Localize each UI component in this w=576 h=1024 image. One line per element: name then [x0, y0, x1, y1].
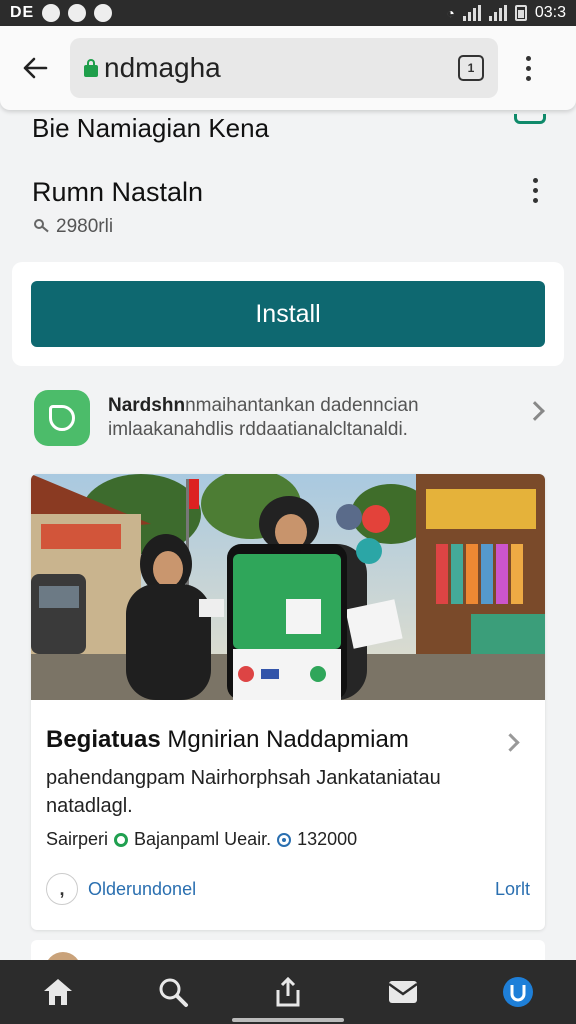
- profile-icon: [503, 977, 534, 1007]
- article-card[interactable]: Begiatuas Mgnirian Naddapmiam pahendangp…: [31, 474, 545, 930]
- article-description: pahendangpam Nairhorphsah Jankataniatau …: [46, 767, 441, 817]
- nav-search[interactable]: [143, 967, 203, 1017]
- notification-icon: [68, 4, 87, 22]
- promo-text: Nardshnnmaihantankan dadenncian imlaakan…: [108, 394, 508, 442]
- nav-share[interactable]: [258, 967, 318, 1017]
- status-bar: DE ◔ 03:3: [0, 0, 576, 26]
- nav-mail[interactable]: [373, 967, 433, 1017]
- install-card: Install: [12, 262, 564, 366]
- back-button[interactable]: [12, 45, 58, 91]
- browser-menu-button[interactable]: [516, 55, 540, 81]
- promo-bold: Nardshn: [108, 395, 186, 416]
- app-icon: [34, 390, 90, 446]
- notification-icon: [42, 4, 61, 22]
- lock-icon: [84, 59, 98, 77]
- notification-icon: [94, 4, 113, 22]
- bottom-navigation: [0, 960, 576, 1024]
- article-footer: , Olderundonel Lorlt: [46, 871, 530, 907]
- article-title-rest: Mgnirian Naddapmiam: [160, 726, 409, 753]
- share-icon: [276, 976, 300, 1007]
- url-text: ndmagha: [104, 52, 221, 83]
- back-arrow-icon: [23, 57, 48, 79]
- verified-icon: [114, 832, 129, 847]
- browser-toolbar: ndmagha 1: [0, 26, 576, 110]
- search-person-icon: [32, 218, 50, 236]
- meta-author: Sairperi: [46, 829, 109, 849]
- comment-link[interactable]: Olderundonel: [88, 879, 196, 900]
- promo-line1: nmaihantankan dadenncian: [185, 395, 419, 416]
- search-icon: [159, 978, 188, 1007]
- tabs-button[interactable]: 1: [458, 55, 484, 81]
- battery-icon: [514, 5, 527, 21]
- article-action-link[interactable]: Lorlt: [495, 879, 530, 900]
- downloads-text: 2980rli: [56, 216, 114, 237]
- promo-line2: imlaakanahdlis rddaatianalcltanaldi.: [108, 419, 408, 440]
- developer-name[interactable]: Rumn Nastaln: [32, 177, 203, 208]
- nav-home[interactable]: [28, 967, 88, 1017]
- promo-row[interactable]: Nardshnnmaihantankan dadenncian imlaakan…: [12, 378, 564, 458]
- article-title: Begiatuas Mgnirian Naddapmiam: [46, 726, 486, 754]
- downloads-count: 2980rli: [32, 216, 113, 238]
- nav-profile[interactable]: [488, 967, 548, 1017]
- tabs-count: 1: [467, 61, 475, 75]
- mail-icon: [388, 981, 418, 1003]
- signal-icon: [488, 5, 507, 21]
- article-title-bold: Begiatuas: [46, 726, 161, 753]
- hero-image: [31, 474, 545, 700]
- url-bar[interactable]: ndmagha 1: [70, 38, 498, 98]
- chevron-right-icon: [501, 733, 520, 752]
- chevron-right-icon: [525, 401, 545, 421]
- gesture-handle[interactable]: [232, 1018, 344, 1022]
- more-options-button[interactable]: [522, 178, 548, 203]
- meta-source: Bajanpaml Ueair.: [134, 829, 272, 849]
- status-time: 03:3: [534, 4, 566, 21]
- meta-count: 132000: [297, 829, 358, 849]
- article-meta: Sairperi Bajanpaml Ueair. 132000: [46, 829, 357, 850]
- comment-icon[interactable]: ,: [46, 873, 78, 905]
- app-title: Bie Namiagian Kena: [32, 113, 270, 143]
- home-icon: [43, 979, 72, 1005]
- install-button[interactable]: Install: [31, 281, 545, 347]
- status-left-text: DE: [10, 4, 35, 21]
- bookmark-icon[interactable]: [514, 114, 546, 124]
- signal-icon: [462, 5, 481, 21]
- views-icon: [277, 832, 292, 847]
- wifi-icon: ◔: [446, 5, 455, 21]
